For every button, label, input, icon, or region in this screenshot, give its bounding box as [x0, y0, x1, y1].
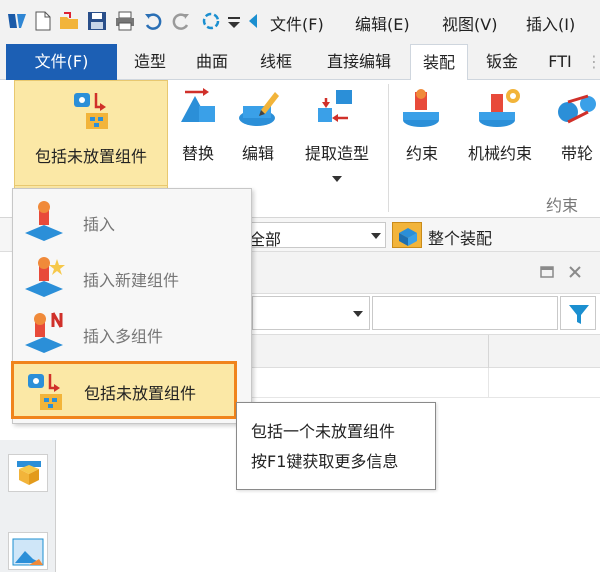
edit-button[interactable]: 编辑 [234, 86, 282, 164]
ribbon-group-divider [388, 84, 389, 212]
replace-icon [181, 88, 215, 122]
new-file-icon[interactable] [32, 10, 54, 32]
quick-access-toolbar: 文件(F) 编辑(E) 视图(V) 插入(I) [0, 0, 600, 44]
column-divider [488, 335, 489, 369]
chevron-down-icon [371, 233, 381, 239]
extract-shape-icon [318, 90, 352, 122]
edit-icon [239, 92, 279, 126]
assembly-scope-button[interactable] [392, 222, 422, 248]
chevron-down-icon [353, 311, 363, 317]
constraint-button[interactable]: 约束 [396, 86, 448, 164]
tooltip-help-hint: 按F1键获取更多信息 [251, 452, 399, 471]
panel-search-input[interactable] [372, 296, 558, 330]
image-icon [12, 538, 44, 566]
mechanical-constraint-button[interactable]: 机械约束 [460, 86, 540, 164]
minimize-panel-icon[interactable] [540, 266, 554, 278]
edit-label: 编辑 [241, 144, 274, 163]
menu-file[interactable]: 文件(F) [270, 11, 324, 35]
belt-pulley-icon [558, 94, 596, 124]
tab-assembly[interactable]: 装配 [410, 44, 468, 81]
scope-filter-select[interactable]: 全部 [244, 222, 386, 249]
image-view-button[interactable] [8, 532, 48, 570]
app-logo-icon[interactable] [6, 10, 28, 32]
assembly-scope-label: 整个装配 [428, 229, 493, 248]
menu-item-include-unplaced[interactable]: 包括未放置组件 [11, 361, 237, 419]
tab-sheet-metal[interactable]: 钣金 [474, 44, 530, 80]
left-tool-strip [0, 440, 56, 572]
redo-icon[interactable] [170, 10, 192, 32]
include-unplaced-icon [28, 374, 62, 410]
extract-shape-label: 提取造型 [304, 144, 369, 163]
menu-insert[interactable]: 插入(I) [526, 11, 575, 35]
save-icon[interactable] [86, 10, 108, 32]
mechanical-constraint-label: 机械约束 [467, 144, 532, 163]
close-panel-icon[interactable] [568, 265, 582, 279]
include-unplaced-label: 包括未放置组件 [34, 147, 147, 166]
ribbon-group-label-constraint: 约束 [546, 196, 579, 215]
column-divider [488, 368, 489, 398]
tab-wireframe[interactable]: 线框 [250, 44, 302, 80]
refresh-icon[interactable] [200, 10, 222, 32]
mechanical-constraint-icon [479, 89, 520, 127]
include-unplaced-button[interactable]: 包括未放置组件 [14, 80, 168, 186]
scope-filter-value: 全部 [249, 230, 282, 249]
panel-filter-select[interactable] [252, 296, 370, 330]
tooltip: 包括一个未放置组件 按F1键获取更多信息 [236, 402, 436, 490]
menu-item-insert[interactable]: 插入 [13, 193, 251, 249]
menu-item-label: 插入多组件 [83, 327, 164, 346]
filter-icon [569, 305, 589, 324]
box-3d-icon [17, 461, 41, 485]
tab-direct-edit[interactable]: 直接编辑 [313, 44, 405, 80]
insert-multiple-icon [25, 312, 63, 353]
include-unplaced-dropdown-menu: 插入 插入新建组件 插入多组件 包括未放置组件 [11, 188, 252, 424]
insert-component-icon [25, 201, 63, 241]
customize-dropdown-icon[interactable] [226, 10, 242, 32]
belt-pulley-label: 带轮 [560, 144, 593, 163]
replace-label: 替换 [181, 144, 214, 163]
replace-button[interactable]: 替换 [174, 86, 222, 164]
extract-shape-button[interactable]: 提取造型 [296, 86, 378, 186]
insert-new-component-icon [25, 257, 65, 297]
tab-surface[interactable]: 曲面 [186, 44, 238, 80]
assembly-icon [399, 228, 417, 246]
tab-modeling[interactable]: 造型 [125, 44, 175, 80]
ribbon-tabs: 文件(F) 造型 曲面 线框 直接编辑 装配 钣金 FTI ⋮ [0, 44, 600, 81]
undo-icon[interactable] [142, 10, 164, 32]
menu-item-label: 插入 [83, 215, 116, 234]
open-file-icon[interactable] [58, 10, 80, 32]
tab-fti[interactable]: FTI [540, 44, 580, 80]
filter-button[interactable] [560, 296, 596, 330]
menu-item-label: 插入新建组件 [83, 271, 180, 290]
constraint-label: 约束 [405, 144, 438, 163]
menu-view[interactable]: 视图(V) [442, 11, 497, 35]
menu-item-insert-new-component[interactable]: 插入新建组件 [13, 249, 251, 305]
menu-item-insert-multiple[interactable]: 插入多组件 [13, 305, 251, 361]
menu-item-label: 包括未放置组件 [84, 384, 197, 403]
chevron-down-icon [332, 176, 342, 182]
print-icon[interactable] [114, 10, 136, 32]
tab-file[interactable]: 文件(F) [6, 44, 117, 80]
include-unplaced-icon [74, 93, 108, 129]
tooltip-description: 包括一个未放置组件 [251, 422, 396, 441]
belt-pulley-button[interactable]: 带轮 [554, 86, 600, 164]
menu-scroll-left-icon[interactable] [246, 10, 260, 32]
tab-overflow[interactable]: ⋮ [586, 44, 600, 80]
menu-edit[interactable]: 编辑(E) [355, 11, 410, 35]
constraint-icon [403, 89, 439, 127]
assembly-tree-button[interactable] [8, 454, 48, 492]
